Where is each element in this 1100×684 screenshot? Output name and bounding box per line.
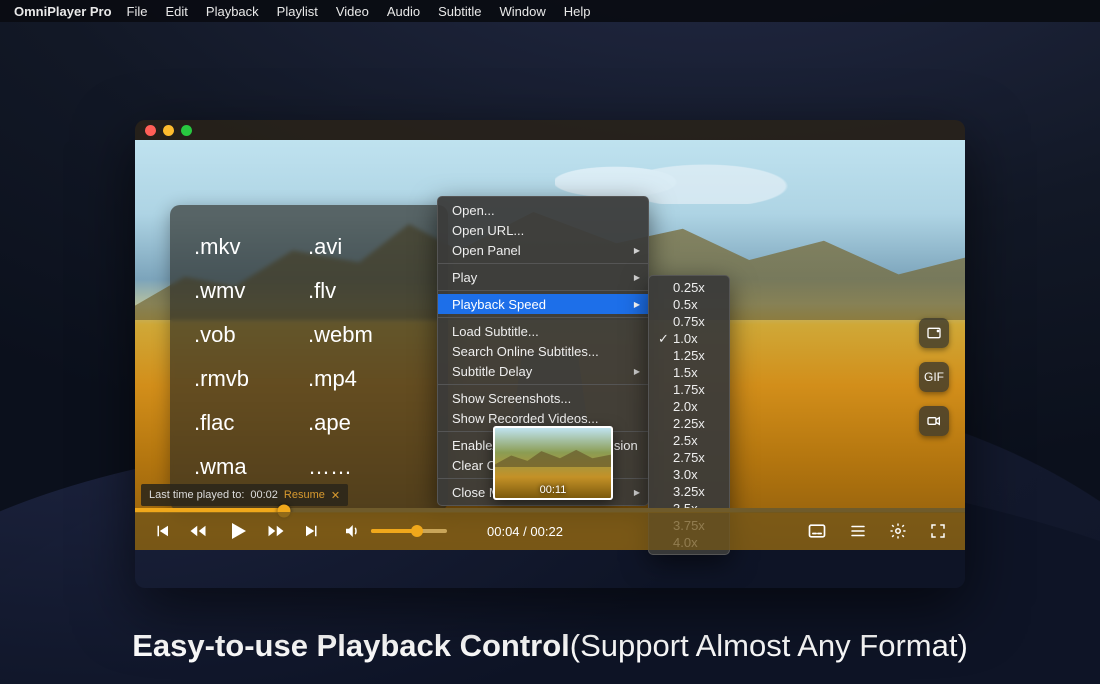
format-item: .mp4 <box>308 357 418 401</box>
speed-option[interactable]: 1.75x <box>649 381 729 398</box>
context-menu-item[interactable]: Show Recorded Videos... <box>438 408 648 428</box>
context-menu-item[interactable]: Load Subtitle... <box>438 321 648 341</box>
seek-preview-time: 00:11 <box>495 484 611 496</box>
menu-window[interactable]: Window <box>499 4 545 19</box>
format-item: .ape <box>308 401 418 445</box>
menu-app-name[interactable]: OmniPlayer Pro <box>14 4 112 19</box>
menu-playback[interactable]: Playback <box>206 4 259 19</box>
fast-forward-button[interactable] <box>267 522 285 540</box>
speed-option[interactable]: 3.25x <box>649 483 729 500</box>
volume-icon[interactable] <box>343 522 361 540</box>
format-item: .vob <box>194 313 304 357</box>
menu-audio[interactable]: Audio <box>387 4 420 19</box>
volume-slider[interactable] <box>371 529 447 533</box>
menu-playlist[interactable]: Playlist <box>277 4 318 19</box>
speed-option[interactable]: 1.25x <box>649 347 729 364</box>
context-menu-item[interactable]: Playback Speed <box>438 294 648 314</box>
context-menu-item[interactable]: Play <box>438 267 648 287</box>
context-menu-item[interactable]: Open URL... <box>438 220 648 240</box>
player-window: .mkv .avi .wmv .flv .vob .webm .rmvb .mp… <box>135 120 965 588</box>
speed-option[interactable]: 2.5x <box>649 432 729 449</box>
resume-toast: Last time played to: 00:02 Resume ✕ <box>141 484 348 506</box>
prev-track-button[interactable] <box>153 522 171 540</box>
rewind-button[interactable] <box>189 522 207 540</box>
format-item: .webm <box>308 313 418 357</box>
playback-control-bar: 00:04 / 00:22 <box>135 512 965 550</box>
settings-button[interactable] <box>889 522 907 540</box>
format-item: .mkv <box>194 225 304 269</box>
speed-option[interactable]: 2.25x <box>649 415 729 432</box>
format-item: .flv <box>308 269 418 313</box>
context-menu-item[interactable]: Search Online Subtitles... <box>438 341 648 361</box>
fullscreen-button[interactable] <box>929 522 947 540</box>
format-item: .wma <box>194 445 304 489</box>
format-item: .wmv <box>194 269 304 313</box>
speed-option[interactable]: 0.25x <box>649 279 729 296</box>
menu-file[interactable]: File <box>127 4 148 19</box>
play-button[interactable] <box>225 519 249 543</box>
menu-video[interactable]: Video <box>336 4 369 19</box>
window-titlebar <box>135 120 965 140</box>
promo-caption: Easy-to-use Playback Control(Support Alm… <box>0 628 1100 664</box>
speed-option[interactable]: 2.75x <box>649 449 729 466</box>
gif-record-button[interactable]: GIF <box>919 362 949 392</box>
traffic-light-zoom[interactable] <box>181 125 192 136</box>
speed-option[interactable]: 3.0x <box>649 466 729 483</box>
context-menu-item[interactable]: Open... <box>438 200 648 220</box>
macos-menu-bar: OmniPlayer Pro File Edit Playback Playli… <box>0 0 1100 22</box>
speed-option[interactable]: 2.0x <box>649 398 729 415</box>
traffic-light-minimize[interactable] <box>163 125 174 136</box>
speed-option[interactable]: 1.0x <box>649 330 729 347</box>
format-item: .flac <box>194 401 304 445</box>
next-track-button[interactable] <box>303 522 321 540</box>
menu-subtitle[interactable]: Subtitle <box>438 4 481 19</box>
format-item: …… <box>308 445 418 489</box>
traffic-light-close[interactable] <box>145 125 156 136</box>
supported-formats-overlay: .mkv .avi .wmv .flv .vob .webm .rmvb .mp… <box>170 205 448 511</box>
toast-resume-link[interactable]: Resume <box>284 489 325 501</box>
menu-edit[interactable]: Edit <box>166 4 188 19</box>
screenshot-button[interactable] <box>919 318 949 348</box>
toast-close-icon[interactable]: ✕ <box>331 489 340 502</box>
context-menu-item[interactable]: Subtitle Delay <box>438 361 648 381</box>
format-item: .rmvb <box>194 357 304 401</box>
format-item: .avi <box>308 225 418 269</box>
subtitle-button[interactable] <box>807 521 827 541</box>
video-area[interactable]: .mkv .avi .wmv .flv .vob .webm .rmvb .mp… <box>135 140 965 550</box>
time-display: 00:04 / 00:22 <box>487 524 563 539</box>
speed-option[interactable]: 0.5x <box>649 296 729 313</box>
side-tool-buttons: GIF <box>919 318 949 436</box>
toast-timestamp: 00:02 <box>250 489 278 501</box>
speed-option[interactable]: 1.5x <box>649 364 729 381</box>
volume-knob[interactable] <box>411 525 423 537</box>
context-menu-item[interactable]: Show Screenshots... <box>438 388 648 408</box>
context-menu-item[interactable]: Open Panel <box>438 240 648 260</box>
seek-preview-thumbnail: 00:11 <box>493 426 613 500</box>
toast-prefix: Last time played to: <box>149 489 244 501</box>
menu-help[interactable]: Help <box>564 4 591 19</box>
speed-option[interactable]: 0.75x <box>649 313 729 330</box>
playlist-button[interactable] <box>849 522 867 540</box>
video-record-button[interactable] <box>919 406 949 436</box>
